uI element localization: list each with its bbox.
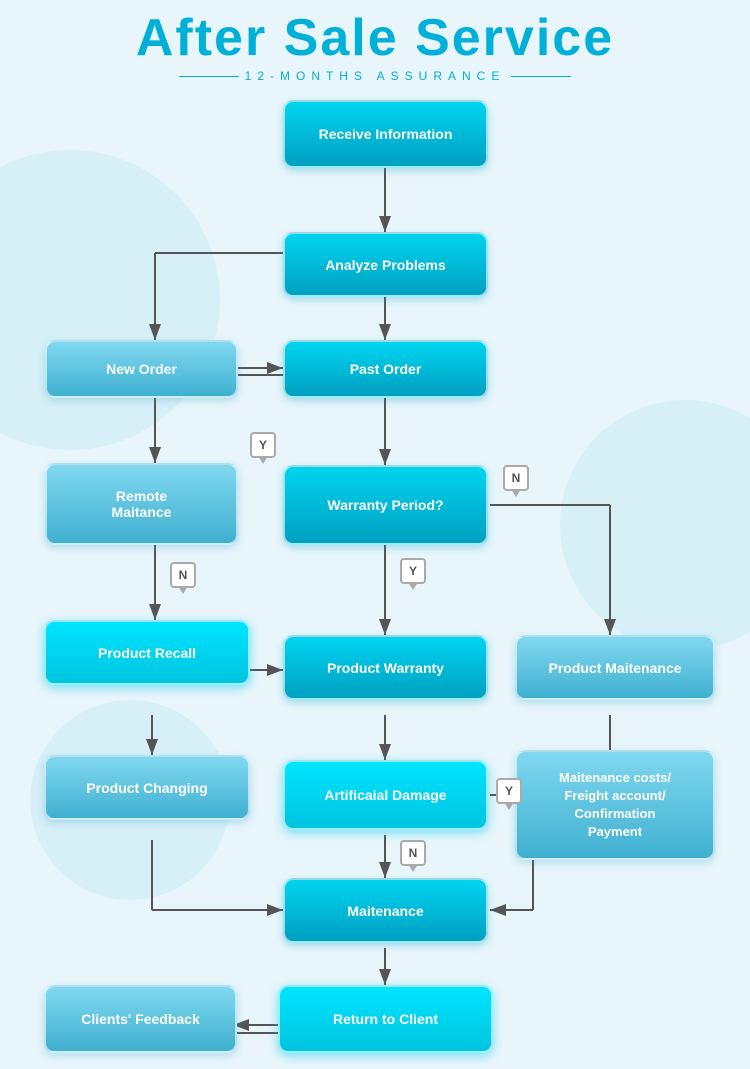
analyze-problems-box: Analyze Problems [283,232,488,297]
clients-feedback-box: Clients' Feedback [44,985,237,1053]
product-recall-box: Product Recall [44,620,250,685]
flowchart-container: After Sale Service 12-MONTHS ASSURANCE [0,0,750,1069]
artificial-damage-box: Artificaial Damage [283,760,488,830]
maintenance-costs-box: Maitenance costs/ Freight account/ Confi… [515,750,715,860]
maintenance-box: Maitenance [283,878,488,943]
remote-maintenance-box: Remote Maitance [45,463,238,545]
product-maintenance-box: Product Maitenance [515,635,715,700]
n-label-damage-maint: N [400,840,426,866]
y-label-warranty-product: Y [400,558,426,584]
product-changing-box: Product Changing [44,755,250,820]
y-label-damage-costs: Y [496,778,522,804]
page-title: After Sale Service [0,10,750,67]
y-label-past-warranty: Y [250,432,276,458]
n-label-warranty-right: N [503,465,529,491]
new-order-box: New Order [45,340,238,398]
n-label-remote-recall: N [170,562,196,588]
receive-information-box: Receive Information [283,100,488,168]
warranty-period-box: Warranty Period? [283,465,488,545]
title-section: After Sale Service 12-MONTHS ASSURANCE [0,0,750,88]
subtitle: 12-MONTHS ASSURANCE [0,69,750,83]
return-to-client-box: Return to Client [278,985,493,1053]
product-warranty-box: Product Warranty [283,635,488,700]
past-order-box: Past Order [283,340,488,398]
